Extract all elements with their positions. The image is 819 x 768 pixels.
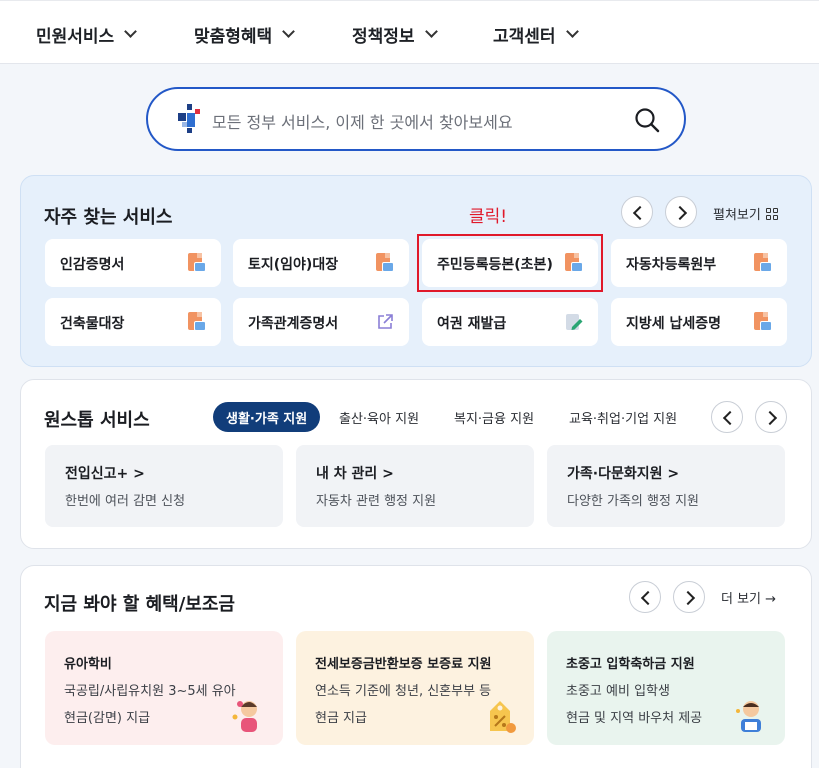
nav-item-civil-service[interactable]: 민원서비스 [36, 22, 138, 47]
chevron-down-icon [124, 25, 138, 38]
onestop-item-desc: 한번에 여러 감면 신청 [65, 494, 186, 509]
nav-item-customer-center[interactable]: 고객센터 [493, 22, 579, 47]
child-illustration-icon [232, 701, 257, 732]
favorite-services-card: 자주 찾는 서비스 클릭! 펼쳐보기 인감증명서 토지(임야)대장 주민등록등본… [20, 175, 812, 367]
benefits-card: 지금 봐야 할 혜택/보조금 더 보기 → 유아학비 국공립/사립유치원 3~5… [20, 565, 812, 768]
onestop-service-card: 원스톱 서비스 생활·가족 지원 출산·육아 지원 복지·금융 지원 교육·취업… [20, 379, 812, 549]
document-icon [753, 312, 773, 332]
more-link[interactable]: 더 보기 → [721, 588, 776, 607]
benefit-title: 초중고 입학축하금 지원 [566, 657, 695, 672]
tab-life-family[interactable]: 생활·가족 지원 [213, 402, 321, 432]
external-link-icon [378, 314, 393, 329]
service-family-certificate[interactable]: 가족관계증명서 [233, 298, 409, 346]
onestop-item-desc: 다양한 가족의 행정 지원 [567, 494, 699, 509]
nav-item-label: 맞춤형혜택 [194, 26, 273, 47]
onestop-family-multicultural[interactable]: 가족·다문화지원 > 다양한 가족의 행정 지원 [547, 445, 785, 527]
benefits-title: 지금 봐야 할 혜택/보조금 [44, 594, 235, 615]
service-label: 지방세 납세증명 [626, 316, 722, 332]
discount-tag-icon [490, 701, 516, 733]
benefit-kindergarten-fee[interactable]: 유아학비 국공립/사립유치원 3~5세 유아 현금(감면) 지급 [45, 631, 283, 745]
onestop-move-in[interactable]: 전입신고+ > 한번에 여러 감면 신청 [45, 445, 283, 527]
onestop-next-button[interactable] [755, 401, 787, 433]
search-input[interactable]: 모든 정부 서비스, 이제 한 곳에서 찾아보세요 [212, 109, 513, 133]
benefit-desc: 초중고 예비 입학생 [566, 684, 670, 699]
benefit-title: 전세보증금반환보증 보증료 지원 [315, 657, 492, 672]
document-icon [187, 312, 207, 332]
service-vehicle-register[interactable]: 자동차등록원부 [611, 239, 787, 287]
benefits-next-button[interactable] [673, 581, 705, 613]
onestop-item-title: 전입신고+ > [65, 466, 145, 482]
service-label: 인감증명서 [60, 257, 125, 273]
benefit-payment: 현금 지급 [315, 711, 367, 726]
service-label: 가족관계증명서 [248, 316, 339, 332]
tab-welfare-finance[interactable]: 복지·금융 지원 [454, 402, 534, 432]
service-land-register[interactable]: 토지(임야)대장 [233, 239, 409, 287]
onestop-item-desc: 자동차 관련 행정 지원 [316, 494, 437, 509]
student-illustration-icon [736, 701, 761, 732]
document-icon [187, 253, 207, 273]
onestop-item-title: 가족·다문화지원 > [567, 466, 680, 482]
chevron-down-icon [424, 25, 438, 38]
service-label: 건축물대장 [60, 316, 125, 332]
expand-button[interactable]: 펼쳐보기 [713, 204, 778, 223]
onestop-prev-button[interactable] [711, 401, 743, 433]
favorites-prev-button[interactable] [621, 196, 653, 228]
onestop-item-title: 내 차 관리 > [316, 466, 394, 482]
service-local-tax-certificate[interactable]: 지방세 납세증명 [611, 298, 787, 346]
service-seal-certificate[interactable]: 인감증명서 [45, 239, 221, 287]
benefits-prev-button[interactable] [629, 581, 661, 613]
edit-document-icon [566, 314, 583, 330]
click-highlight-box [417, 234, 603, 292]
favorites-title: 자주 찾는 서비스 [44, 207, 173, 228]
document-icon [753, 253, 773, 273]
document-icon [375, 253, 395, 273]
nav-item-custom-benefits[interactable]: 맞춤형혜택 [194, 22, 296, 47]
nav-item-label: 민원서비스 [36, 26, 115, 47]
nav-item-label: 정책정보 [352, 26, 415, 47]
nav-item-label: 고객센터 [493, 26, 556, 47]
gov-logo-icon [178, 104, 200, 133]
search-bar[interactable]: 모든 정부 서비스, 이제 한 곳에서 찾아보세요 [146, 87, 686, 151]
service-building-register[interactable]: 건축물대장 [45, 298, 221, 346]
chevron-down-icon [282, 25, 296, 38]
click-annotation: 클릭! [469, 207, 508, 227]
onestop-title: 원스톱 서비스 [44, 410, 150, 431]
top-divider [0, 0, 819, 6]
search-icon[interactable] [634, 107, 660, 133]
tab-education-jobs[interactable]: 교육·취업·기업 지원 [569, 402, 677, 432]
tab-birth-childcare[interactable]: 출산·육아 지원 [339, 402, 419, 432]
service-label: 토지(임야)대장 [248, 257, 339, 273]
benefit-payment: 현금 및 지역 바우처 제공 [566, 711, 703, 726]
service-label: 여권 재발급 [437, 316, 507, 332]
nav-item-policy-info[interactable]: 정책정보 [352, 22, 438, 47]
onestop-my-car[interactable]: 내 차 관리 > 자동차 관련 행정 지원 [296, 445, 534, 527]
favorites-next-button[interactable] [665, 196, 697, 228]
benefit-title: 유아학비 [64, 657, 112, 672]
grid-icon [765, 207, 778, 220]
top-navigation: 민원서비스 맞춤형혜택 정책정보 고객센터 [0, 0, 819, 64]
service-label: 자동차등록원부 [626, 257, 717, 273]
expand-label: 펼쳐보기 [713, 208, 761, 223]
benefit-desc: 연소득 기준에 청년, 신혼부부 등 [315, 684, 492, 699]
service-passport-reissue[interactable]: 여권 재발급 [422, 298, 598, 346]
benefit-desc: 국공립/사립유치원 3~5세 유아 [64, 684, 236, 699]
chevron-down-icon [565, 25, 579, 38]
benefit-payment: 현금(감면) 지급 [64, 711, 151, 726]
benefit-school-entrance[interactable]: 초중고 입학축하금 지원 초중고 예비 입학생 현금 및 지역 바우처 제공 [547, 631, 785, 745]
benefit-deposit-guarantee[interactable]: 전세보증금반환보증 보증료 지원 연소득 기준에 청년, 신혼부부 등 현금 지… [296, 631, 534, 745]
